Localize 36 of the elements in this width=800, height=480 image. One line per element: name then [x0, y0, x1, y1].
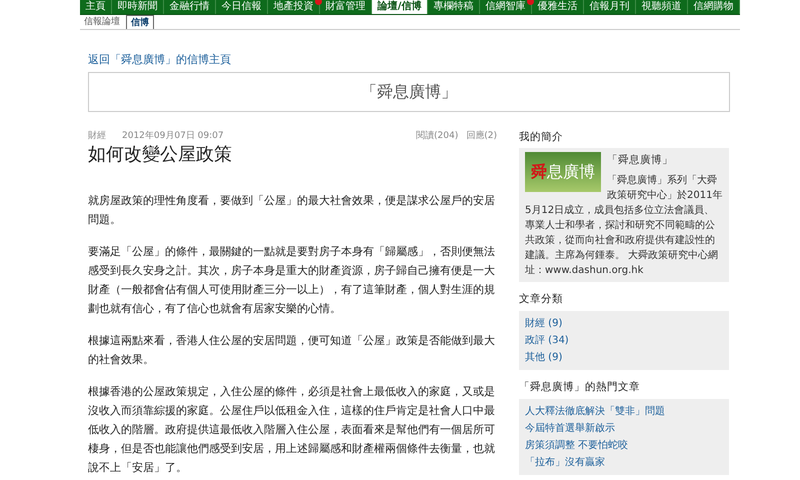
nav-tab[interactable]: 優雅生活 [532, 0, 584, 14]
nav-tab[interactable]: 信網購物 [688, 0, 740, 14]
blog-title: 「舜息廣博」 [88, 72, 730, 112]
nav-tab[interactable]: 視聽頻道 [636, 0, 688, 14]
article-link[interactable]: 「拉布」沒有贏家 [525, 454, 723, 470]
profile-name: 「舜息廣博」 [606, 153, 674, 168]
nav-tab[interactable]: 金融行情 [164, 0, 216, 14]
nav-tab[interactable]: 論壇/信博 [372, 0, 428, 14]
article-link[interactable]: 人大釋法徹底解決「雙非」問題 [525, 402, 723, 420]
view-count: 閱讀(204) [416, 130, 458, 142]
nav-tab[interactable]: 今日信報 [216, 0, 268, 14]
section-heading: 我的簡介 [519, 130, 564, 144]
sub-tab[interactable]: 信博 [126, 15, 154, 29]
reply-count[interactable]: 回應(2) [466, 130, 497, 143]
article-link[interactable]: 今屆特首選舉新啟示 [525, 420, 723, 436]
article-title: 如何改變公屋政策 [88, 143, 233, 167]
category-link[interactable]: 其他 (9) [525, 348, 723, 366]
article-date: 2012年09月07日 09:07 [122, 130, 224, 142]
article-paragraph: 要滿足「公屋」的條件，最關鍵的一點就是要對房子本身有「歸屬感」，否則便無法感受到長久安身之計。其次，房子本身是重大的財產資源，房子歸自己擁有便是一大財產（一般都會佔有個人可使用財產三分一以上），有了這筆財產，個人對生涯的規劃也就有信心，有了信心也就會有居家安樂的心情。 [88, 244, 496, 317]
nav-tab[interactable]: 信網智庫 [480, 0, 532, 14]
category-link[interactable]: 政評 (34) [525, 332, 723, 349]
article-link[interactable]: 房策須調整 不要怕蛇咬 [525, 436, 723, 454]
nav-tab[interactable]: 地產投資 [268, 0, 320, 14]
article-paragraph: 就房屋政策的理性角度看，要做到「公屋」的最大社會效果，便是謀求公屋戶的安居問題。 [88, 193, 496, 228]
nav-tab[interactable]: 專欄特稿 [428, 0, 480, 14]
sub-tab[interactable]: 信報論壇 [80, 15, 124, 29]
section-heading: 文章分類 [519, 292, 564, 307]
article-category[interactable]: 財經 [88, 130, 106, 143]
nav-tab[interactable]: 即時新聞 [112, 0, 164, 14]
article-paragraph: 根據香港的公屋政策規定，入住公屋的條件，必須是社會上最低收入的家庭，又或是沒收入而須靠綜援的家庭。公屋住戶以低租金入住，這樣的住戶肯定是社會人口中最低收入的階層。政府提供這最低收入階層入住公屋，表面看來是幫他們有一個居所可棲身，但是否也能讓他們感受到安居，用上述歸屬感和財產權兩個條件去衡量，也就說不上「安居」了。 [88, 384, 496, 476]
nav-tab[interactable]: 主頁 [80, 0, 112, 14]
article-paragraph: 根據這兩點來看，香港人住公屋的安居問題，便可知道「公屋」政策是否能做到最大的社會效果。 [88, 333, 496, 368]
category-link[interactable]: 財經 (9) [525, 314, 723, 332]
back-link[interactable]: 返回「舜息廣博」的信博主頁 [88, 52, 231, 68]
nav-tab[interactable]: 信報月刊 [584, 0, 636, 14]
section-heading: 「舜息廣博」的熱門文章 [519, 380, 641, 395]
